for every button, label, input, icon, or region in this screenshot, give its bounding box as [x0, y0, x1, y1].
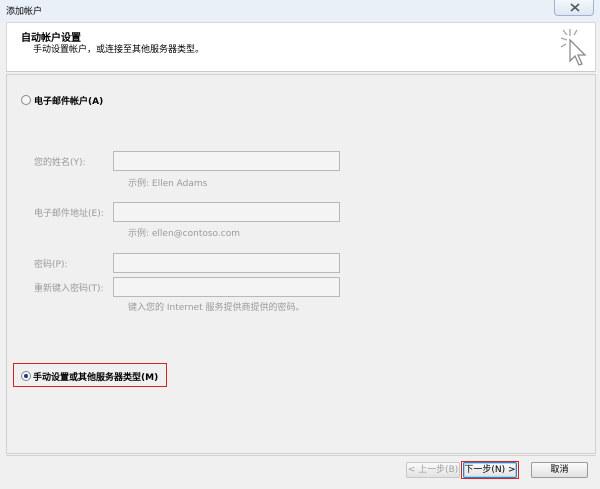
- title-bar: 添加帐户: [0, 0, 600, 22]
- cancel-button[interactable]: 取消: [531, 462, 588, 478]
- email-account-radio[interactable]: [21, 95, 31, 105]
- retype-password-field: [113, 277, 340, 297]
- email-address-label: 电子邮件地址(E):: [34, 209, 104, 219]
- footer-divider: [6, 455, 596, 456]
- back-button[interactable]: < 上一步(B): [406, 462, 460, 478]
- name-field: [113, 151, 340, 171]
- manual-setup-radio[interactable]: [21, 371, 31, 381]
- password-label: 密码(P):: [34, 260, 68, 270]
- name-hint: 示例: Ellen Adams: [128, 179, 208, 189]
- password-hint: 键入您的 Internet 服务提供商提供的密码。: [128, 303, 305, 313]
- email-hint: 示例: ellen@contoso.com: [128, 229, 240, 239]
- window-title: 添加帐户: [6, 7, 43, 17]
- retype-password-label: 重新键入密码(T):: [34, 284, 104, 294]
- email-account-label[interactable]: 电子邮件帐户(A): [34, 94, 103, 107]
- header-subtitle: 手动设置帐户，或连接至其他服务器类型。: [33, 45, 205, 55]
- next-button[interactable]: 下一步(N) >: [463, 462, 517, 478]
- password-field: [113, 253, 340, 273]
- name-label: 您的姓名(Y):: [34, 158, 86, 168]
- wizard-header: 自动帐户设置 手动设置帐户，或连接至其他服务器类型。: [6, 22, 596, 72]
- wizard-cursor-icon: [560, 29, 587, 66]
- close-icon: [570, 3, 580, 12]
- manual-setup-label[interactable]: 手动设置或其他服务器类型(M): [33, 370, 158, 383]
- email-address-field: [113, 202, 340, 222]
- close-button[interactable]: [554, 0, 594, 16]
